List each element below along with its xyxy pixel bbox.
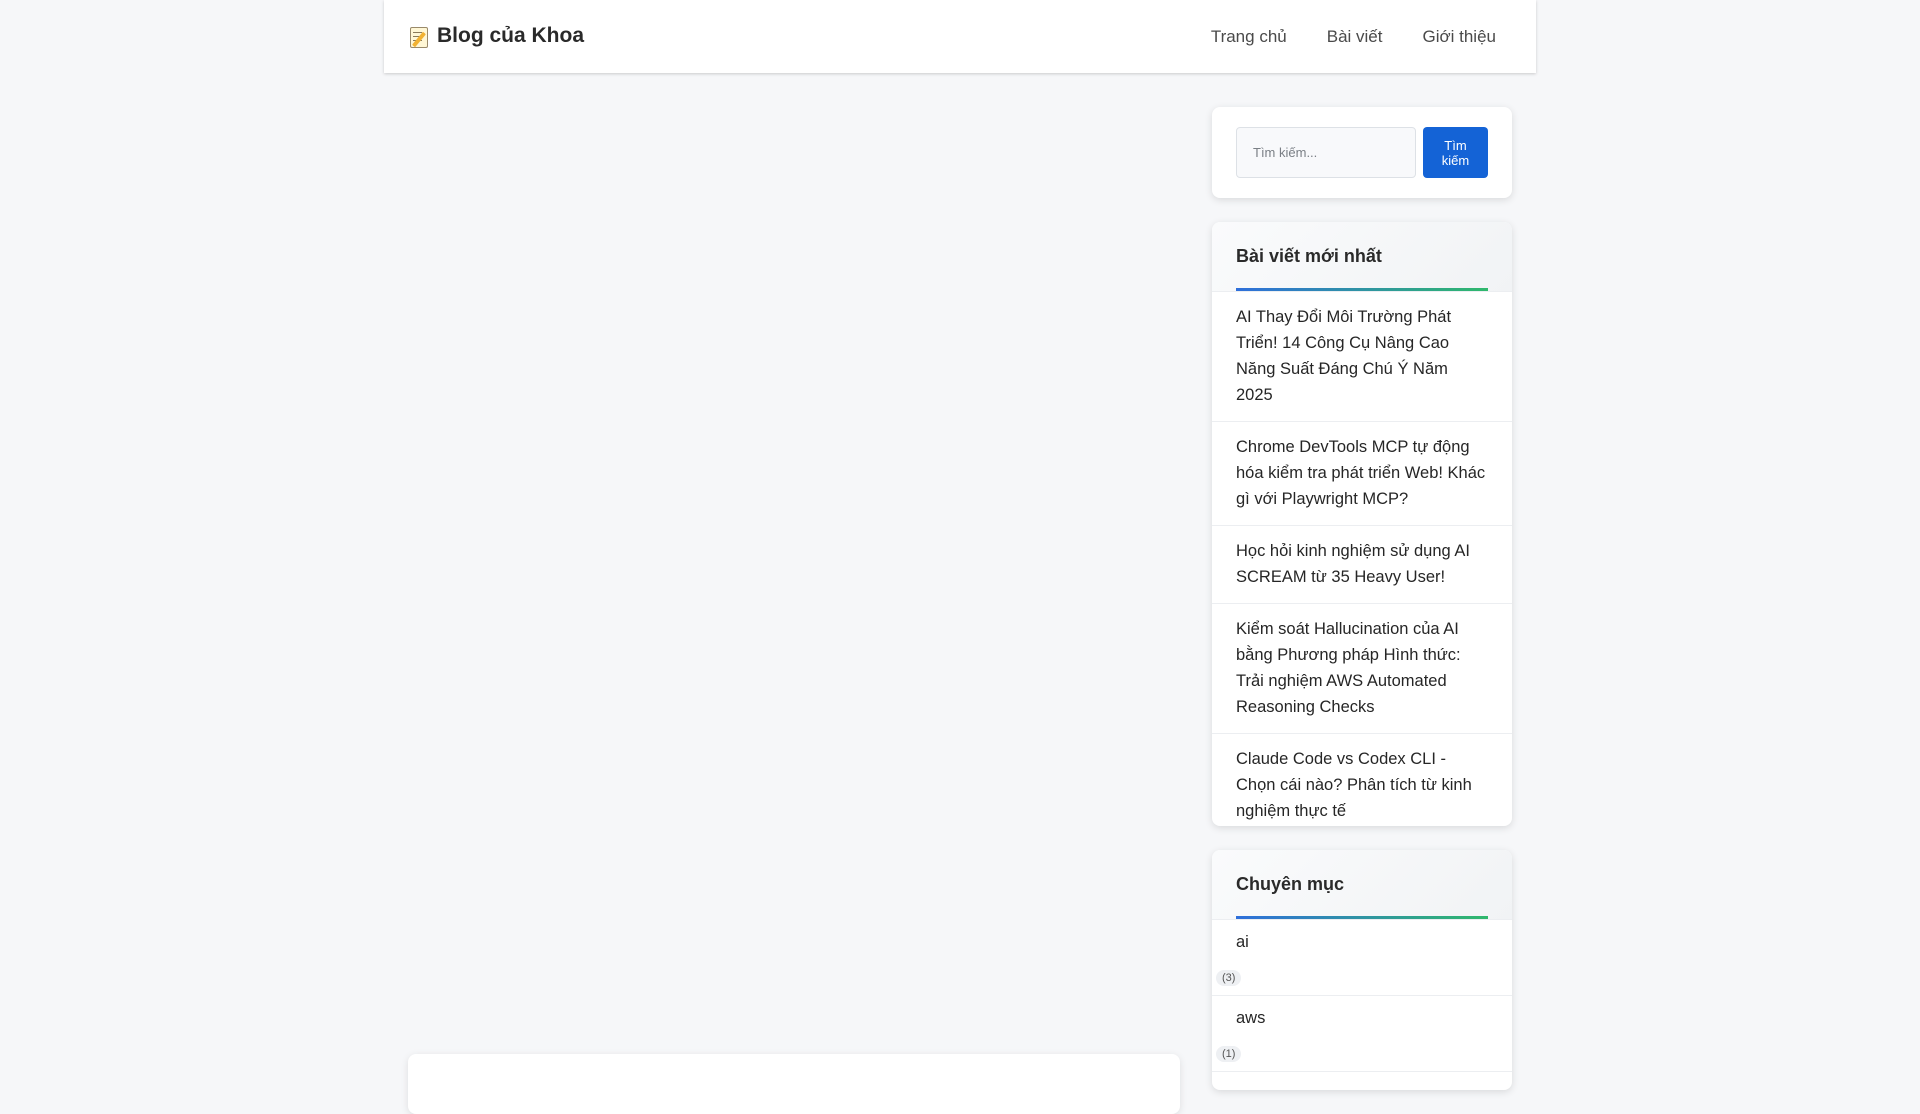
nav-home[interactable]: Trang chủ: [1211, 27, 1287, 47]
categories-list: ai (3) aws (1): [1212, 919, 1512, 1072]
recent-posts-title: Bài viết mới nhất: [1236, 246, 1382, 266]
categories-header: Chuyên mục: [1212, 850, 1512, 919]
search-widget: Tìm kiếm: [1212, 107, 1512, 198]
memo-icon: [409, 25, 429, 48]
recent-post-link[interactable]: AI Thay Đổi Môi Trường Phát Triển! 14 Cô…: [1212, 292, 1512, 422]
category-count-badge: (1): [1216, 1046, 1242, 1062]
nav-posts[interactable]: Bài viết: [1327, 27, 1383, 47]
categories-widget: Chuyên mục ai (3) aws (1): [1212, 850, 1512, 1090]
site-header: Blog của Khoa Trang chủ Bài viết Giới th…: [384, 0, 1536, 73]
recent-posts-header: Bài viết mới nhất: [1212, 222, 1512, 291]
category-name[interactable]: ai: [1236, 933, 1249, 952]
search-input[interactable]: [1236, 127, 1416, 178]
recent-posts-widget: Bài viết mới nhất AI Thay Đổi Môi Trường…: [1212, 222, 1512, 826]
title-underline: [1236, 288, 1488, 291]
recent-post-link[interactable]: Chrome DevTools MCP tự động hóa kiểm tra…: [1212, 422, 1512, 526]
main-content-card: [408, 1054, 1180, 1114]
search-button[interactable]: Tìm kiếm: [1423, 127, 1488, 178]
category-name[interactable]: aws: [1236, 1009, 1265, 1028]
nav-about[interactable]: Giới thiệu: [1422, 27, 1496, 47]
category-count-badge: (3): [1216, 970, 1242, 986]
category-item[interactable]: ai (3): [1212, 920, 1512, 996]
recent-post-link[interactable]: Học hỏi kinh nghiệm sử dụng AI SCREAM từ…: [1212, 526, 1512, 604]
site-title[interactable]: Blog của Khoa: [437, 24, 584, 48]
recent-posts-list: AI Thay Đổi Môi Trường Phát Triển! 14 Cô…: [1212, 291, 1512, 826]
main-nav: Trang chủ Bài viết Giới thiệu: [1211, 27, 1496, 47]
categories-title: Chuyên mục: [1236, 874, 1345, 894]
site-brand[interactable]: Blog của Khoa: [409, 24, 584, 48]
recent-post-link[interactable]: Kiểm soát Hallucination của AI bằng Phươ…: [1212, 604, 1512, 734]
recent-post-link[interactable]: Claude Code vs Codex CLI - Chọn cái nào?…: [1212, 734, 1512, 826]
category-item[interactable]: aws (1): [1212, 996, 1512, 1072]
title-underline: [1236, 916, 1488, 919]
